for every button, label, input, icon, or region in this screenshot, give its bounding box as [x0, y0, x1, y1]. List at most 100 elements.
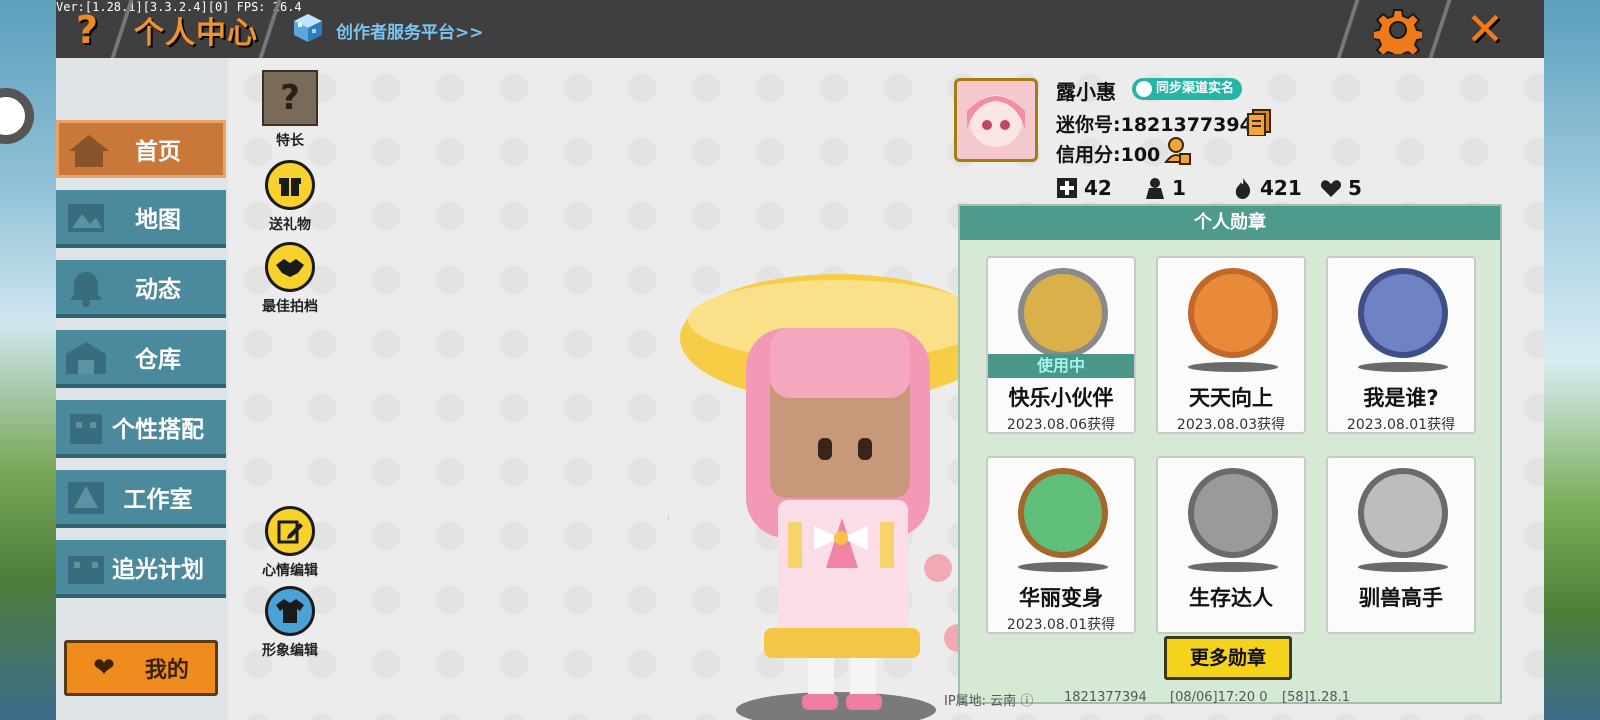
- medal-panel: 个人勋章 使用中 快乐小伙伴 2023.08.06获得 天天向上 2023.08…: [958, 204, 1502, 704]
- best-partner-label: 最佳拍档: [262, 299, 318, 315]
- stat-likes: 42: [1056, 176, 1112, 200]
- medal-panel-title: 个人勋章: [960, 206, 1500, 240]
- edit-pencil-icon: [265, 506, 315, 556]
- sidebar-item-warehouse[interactable]: 仓库: [56, 330, 226, 388]
- sidebar: 首页 地图 动态 仓库 个性搭配 工作室 追光计划: [56, 58, 228, 720]
- gift-button[interactable]: 送礼物: [250, 160, 330, 234]
- medal-date: 2023.08.03获得: [1176, 417, 1286, 433]
- info-icon[interactable]: ⓘ: [1020, 694, 1033, 709]
- medal-card[interactable]: 生存达人: [1156, 456, 1306, 634]
- medal-card[interactable]: 驯兽高手: [1326, 456, 1476, 634]
- question-block-icon: ?: [262, 70, 318, 126]
- sidebar-item-label: 动态: [135, 277, 181, 303]
- medal-date: 2023.08.06获得: [1006, 417, 1116, 433]
- credit-score: 信用分:100: [1056, 144, 1161, 166]
- house-icon: [69, 135, 109, 167]
- medal-shadow: [1188, 362, 1278, 372]
- divider: [1336, 0, 1360, 58]
- mine-button[interactable]: ❤ 我的: [64, 640, 218, 696]
- warehouse-icon: [66, 342, 106, 374]
- stat-hearts: 5: [1320, 176, 1362, 200]
- stat-popularity: 421: [1232, 176, 1302, 200]
- stat-followers-value: 1: [1172, 176, 1186, 200]
- medal-date: 2023.08.01获得: [1006, 617, 1116, 633]
- footer-build: [58]1.28.1: [1282, 690, 1351, 705]
- medal-shadow: [1188, 562, 1278, 572]
- heart-icon: ❤: [93, 653, 115, 683]
- creator-cube-icon[interactable]: [292, 12, 324, 44]
- medal-card[interactable]: 天天向上 2023.08.03获得: [1156, 256, 1306, 434]
- gift-label: 送礼物: [269, 217, 311, 233]
- medal-shadow: [1358, 362, 1448, 372]
- medal-card[interactable]: 华丽变身 2023.08.01获得: [986, 456, 1136, 634]
- medal-badge-icon: [1018, 468, 1108, 558]
- sidebar-item-label: 个性搭配: [112, 417, 204, 443]
- ip-location-text: IP属地: 云南: [944, 694, 1017, 709]
- copy-icon[interactable]: [1246, 108, 1272, 136]
- sidebar-item-chase-light[interactable]: 追光计划: [56, 540, 226, 598]
- specialty-button[interactable]: ? 特长: [250, 70, 330, 150]
- handshake-icon: [265, 242, 315, 292]
- outfit-icon: [70, 414, 102, 444]
- avatar-edit-button[interactable]: 形象编辑: [250, 586, 330, 660]
- user-verified-icon: [1136, 81, 1152, 97]
- medal-name: 天天向上: [1189, 386, 1273, 410]
- more-medals-button[interactable]: 更多勋章: [1164, 636, 1292, 680]
- mood-edit-button[interactable]: 心情编辑: [250, 506, 330, 580]
- sidebar-item-studio[interactable]: 工作室: [56, 470, 226, 528]
- realname-badge[interactable]: 同步渠道实名: [1132, 78, 1243, 100]
- plus-square-icon: [1057, 178, 1077, 198]
- credit-info-icon[interactable]: [1164, 136, 1192, 166]
- mini-id: 迷你号:1821377394: [1056, 114, 1253, 136]
- stat-hearts-value: 5: [1348, 176, 1362, 200]
- top-bar: Ver:[1.28.1][3.3.2.4][0] FPS: 26.4 ? 个人中…: [56, 0, 1544, 58]
- tree-icon: [68, 482, 104, 514]
- player-avatar[interactable]: [668, 268, 1008, 720]
- player-name: 露小惠: [1056, 80, 1116, 104]
- medal-badge-icon: [1018, 268, 1108, 358]
- profile-content: ? 特长 送礼物 最佳拍档 心情编辑 形象编辑 露小惠 同步渠道实名 迷你号:1…: [228, 58, 1544, 720]
- medal-badge-icon: [1358, 468, 1448, 558]
- medal-badge-icon: [1358, 268, 1448, 358]
- sidebar-item-map[interactable]: 地图: [56, 190, 226, 248]
- map-icon: [68, 204, 104, 232]
- avatar[interactable]: [954, 78, 1038, 162]
- personal-center-panel: Ver:[1.28.1][3.3.2.4][0] FPS: 26.4 ? 个人中…: [56, 0, 1544, 720]
- bell-icon: [70, 272, 102, 307]
- page-title: 个人中心: [134, 16, 258, 51]
- footer-session: [08/06]17:20 0: [1170, 690, 1268, 705]
- medal-name: 快乐小伙伴: [1008, 386, 1114, 410]
- sidebar-item-label: 仓库: [135, 347, 181, 373]
- medal-card[interactable]: 使用中 快乐小伙伴 2023.08.06获得: [986, 256, 1136, 434]
- mine-label: 我的: [144, 658, 189, 683]
- medal-name: 驯兽高手: [1359, 586, 1443, 610]
- creator-platform-link[interactable]: 创作者服务平台>>: [336, 18, 484, 43]
- gear-icon[interactable]: [1374, 6, 1422, 54]
- best-partner-button[interactable]: 最佳拍档: [250, 242, 330, 316]
- medal-badge-icon: [1188, 268, 1278, 358]
- mood-edit-label: 心情编辑: [262, 563, 318, 579]
- hearts-icon: [1320, 180, 1342, 197]
- shirt-icon: [265, 586, 315, 636]
- avatar-edit-label: 形象编辑: [262, 643, 318, 659]
- close-button[interactable]: ✕: [1458, 4, 1512, 54]
- medal-shadow: [1018, 562, 1108, 572]
- medal-name: 华丽变身: [1019, 586, 1103, 610]
- sidebar-item-home[interactable]: 首页: [56, 120, 226, 178]
- realname-badge-label: 同步渠道实名: [1156, 81, 1235, 96]
- medal-name: 生存达人: [1189, 586, 1273, 610]
- stat-likes-value: 42: [1084, 176, 1112, 200]
- help-button[interactable]: ?: [62, 8, 112, 52]
- sidebar-item-label: 追光计划: [112, 557, 204, 583]
- fire-icon: [1235, 178, 1251, 199]
- sidebar-item-label: 地图: [135, 207, 181, 233]
- ip-location: IP属地: 云南 ⓘ: [944, 690, 1033, 709]
- stat-popularity-value: 421: [1260, 176, 1302, 200]
- sidebar-item-feed[interactable]: 动态: [56, 260, 226, 318]
- person-icon: [1146, 178, 1164, 199]
- sidebar-item-label: 首页: [135, 139, 181, 165]
- medal-card[interactable]: 我是谁? 2023.08.01获得: [1326, 256, 1476, 434]
- medal-date: 2023.08.01获得: [1346, 417, 1456, 433]
- sidebar-item-outfit[interactable]: 个性搭配: [56, 400, 226, 458]
- stat-followers: 1: [1144, 176, 1186, 200]
